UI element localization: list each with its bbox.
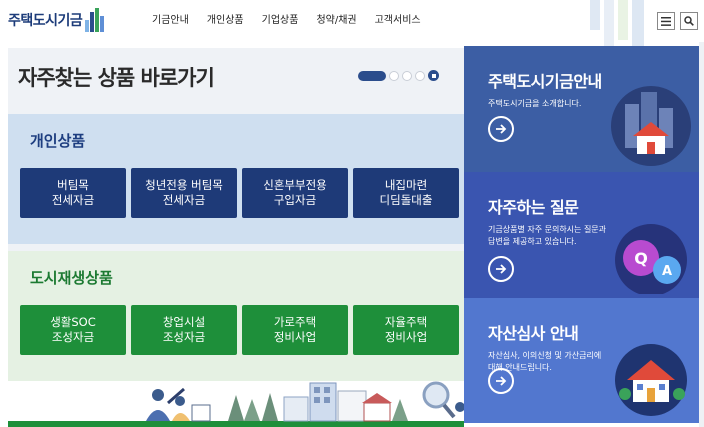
faq-a-label: A xyxy=(662,264,672,279)
nav-item-fund-info[interactable]: 기금안내 xyxy=(152,11,189,26)
slide-pager xyxy=(358,70,439,81)
card-title: 자주하는 질문 xyxy=(488,198,579,217)
card-asset-review[interactable]: 자산심사 안내 자산심사, 이의신청 및 가산금리에 대해 안내드립니다. xyxy=(464,298,699,423)
arrow-right-icon[interactable] xyxy=(488,368,514,394)
product-button-didimdol[interactable]: 내집마련 디딤돌대출 xyxy=(353,168,459,218)
button-line: 정비사업 xyxy=(273,330,317,344)
button-line: 가로주택 xyxy=(273,315,317,329)
nav-item-customer-service[interactable]: 고객서비스 xyxy=(375,11,421,26)
logo-mark-icon xyxy=(85,8,107,32)
card-description: 주택도시기금을 소개합니다. xyxy=(488,99,582,108)
arrow-right-icon[interactable] xyxy=(488,116,514,142)
site-logo[interactable]: 주택도시기금 xyxy=(8,6,107,34)
button-line: 창업시설 xyxy=(162,315,206,329)
menu-icon xyxy=(661,16,671,26)
personal-products-title: 개인상품 xyxy=(30,132,86,150)
menu-button[interactable] xyxy=(657,12,675,30)
urban-regeneration-buttons: 생활SOC 조성자금 창업시설 조성자금 가로주택 정비사업 자율주택 정비사업 xyxy=(20,305,464,355)
search-icon xyxy=(684,16,694,26)
qa-bubbles-icon: Q A xyxy=(595,204,695,296)
product-button-soc[interactable]: 생활SOC 조성자금 xyxy=(20,305,126,355)
nav-item-personal[interactable]: 개인상품 xyxy=(207,11,244,26)
pause-icon[interactable] xyxy=(428,70,439,81)
arrow-right-icon[interactable] xyxy=(488,256,514,282)
button-line: 버팀목 xyxy=(57,178,89,192)
button-line: 조성자금 xyxy=(51,330,95,344)
button-line: 디딤돌대출 xyxy=(379,193,433,207)
button-line: 내집마련 xyxy=(384,178,428,192)
product-button-autonomous-housing[interactable]: 자율주택 정비사업 xyxy=(353,305,459,355)
urban-regeneration-panel: 도시재생상품 생활SOC 조성자금 창업시설 조성자금 가로주택 정비사업 자율… xyxy=(8,251,464,381)
card-fund-info[interactable]: 주택도시기금안내 주택도시기금을 소개합니다. xyxy=(464,46,699,172)
main-nav: 기금안내 개인상품 기업상품 청약/채권 고객서비스 xyxy=(152,11,439,26)
header-decoration xyxy=(590,0,650,48)
buildings-house-icon xyxy=(595,78,695,168)
right-edge-strip xyxy=(699,42,704,427)
personal-products-buttons: 버팀목 전세자금 청년전용 버팀목 전세자금 신혼부부전용 구입자금 내집마련 … xyxy=(20,168,464,218)
button-line: 생활SOC xyxy=(50,315,96,329)
quick-links-title: 자주찾는 상품 바로가기 xyxy=(18,66,215,90)
card-title: 주택도시기금안내 xyxy=(488,72,602,91)
button-line: 전세자금 xyxy=(51,193,95,207)
card-description: 기금상품별 자주 문의하시는 질문과 답변을 제공하고 있습니다. xyxy=(488,225,607,246)
product-button-street-housing[interactable]: 가로주택 정비사업 xyxy=(242,305,348,355)
button-line: 자율주택 xyxy=(384,315,428,329)
button-line: 조성자금 xyxy=(162,330,206,344)
card-title: 자산심사 안내 xyxy=(488,324,579,343)
pager-dot-active[interactable] xyxy=(358,70,386,81)
button-line: 신혼부부전용 xyxy=(263,178,327,192)
card-faq[interactable]: 자주하는 질문 기금상품별 자주 문의하시는 질문과 답변을 제공하고 있습니다… xyxy=(464,172,699,298)
faq-q-label: Q xyxy=(634,249,648,268)
button-line: 청년전용 버팀목 xyxy=(145,178,223,192)
pager-dot[interactable] xyxy=(389,70,399,81)
personal-products-panel: 개인상품 버팀목 전세자금 청년전용 버팀목 전세자금 신혼부부전용 구입자금 … xyxy=(8,114,464,244)
nav-item-subscription[interactable]: 청약/채권 xyxy=(316,11,356,26)
site-header: 주택도시기금 기금안내 개인상품 기업상품 청약/채권 고객서비스 xyxy=(0,0,704,48)
search-button[interactable] xyxy=(680,12,698,30)
urban-regeneration-title: 도시재생상품 xyxy=(30,269,113,287)
pager-dot[interactable] xyxy=(402,70,412,81)
logo-text: 주택도시기금 xyxy=(8,13,83,29)
quick-links-section: 자주찾는 상품 바로가기 개인상품 버팀목 전세자금 청년전용 버팀목 전세자금… xyxy=(8,48,464,427)
product-button-newlywed-purchase[interactable]: 신혼부부전용 구입자금 xyxy=(242,168,348,218)
button-line: 구입자금 xyxy=(273,193,317,207)
button-line: 정비사업 xyxy=(384,330,428,344)
product-button-beotimmok[interactable]: 버팀목 전세자금 xyxy=(20,168,126,218)
nav-item-corporate[interactable]: 기업상품 xyxy=(262,11,299,26)
button-line: 전세자금 xyxy=(162,193,206,207)
product-button-youth-beotimmok[interactable]: 청년전용 버팀목 전세자금 xyxy=(131,168,237,218)
house-icon xyxy=(595,330,695,420)
product-button-startup-facility[interactable]: 창업시설 조성자금 xyxy=(131,305,237,355)
pager-dot[interactable] xyxy=(415,70,425,81)
city-illustration xyxy=(8,381,464,427)
